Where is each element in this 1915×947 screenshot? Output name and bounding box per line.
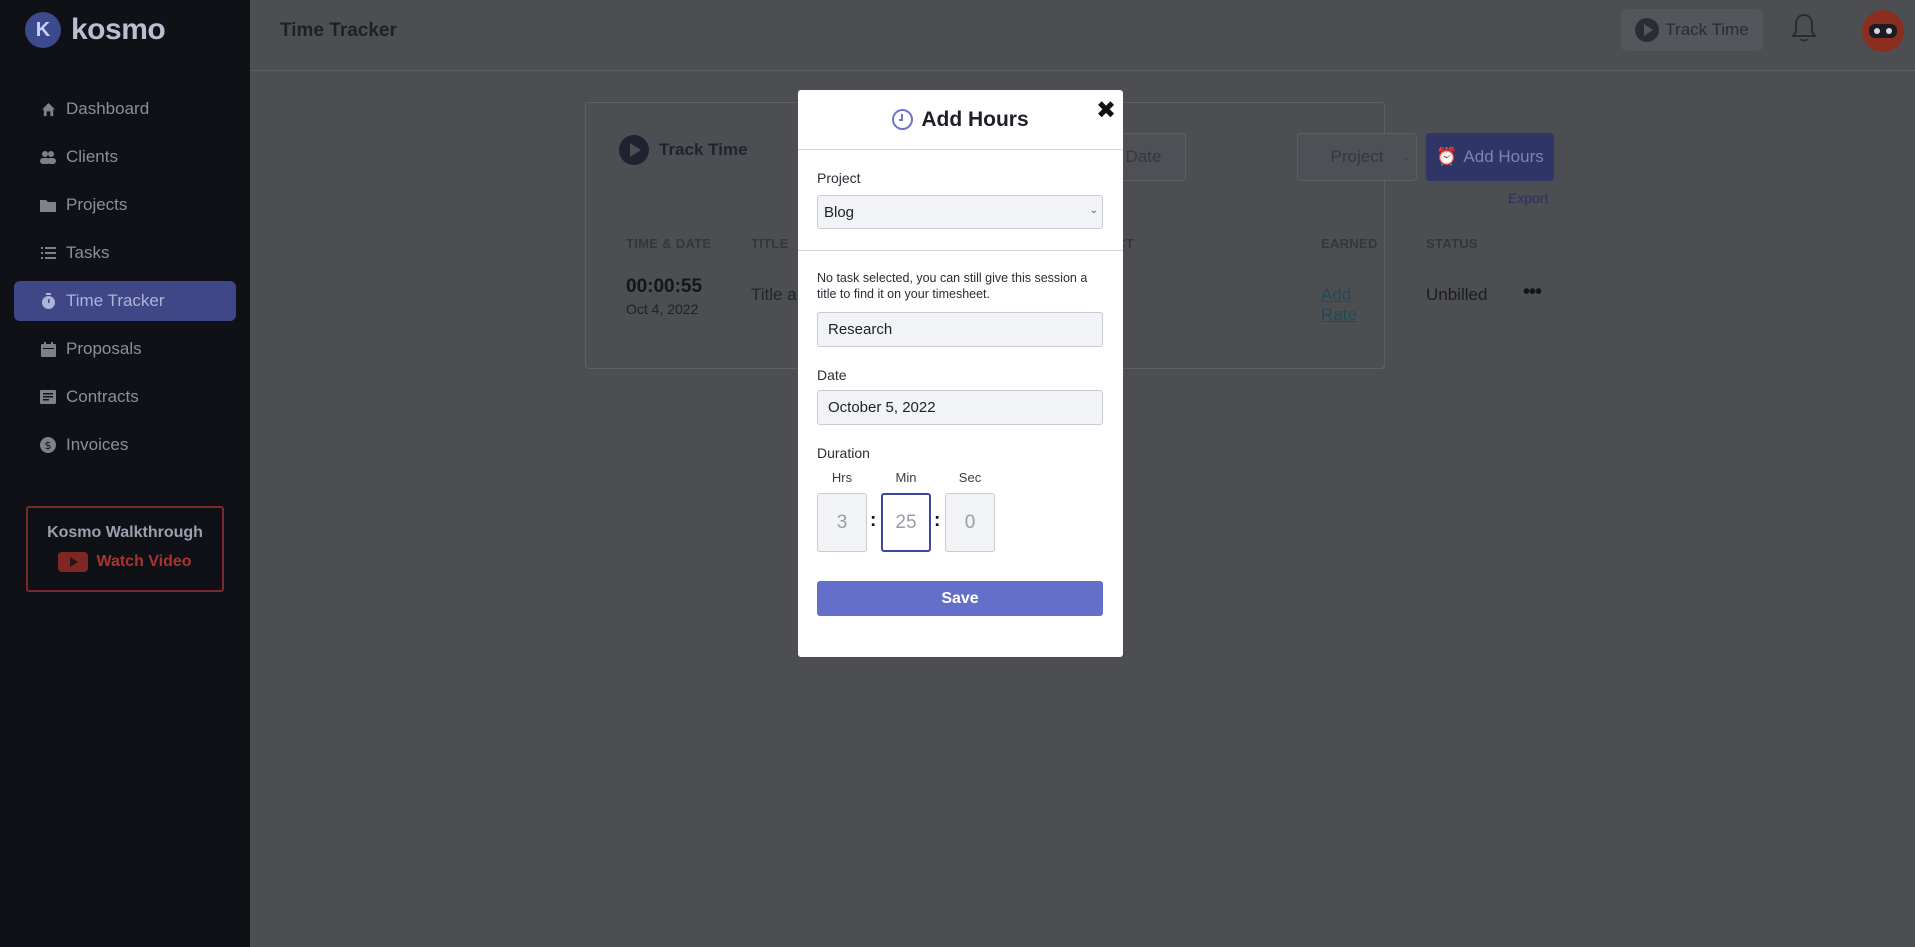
calendar-icon xyxy=(40,341,56,357)
logo[interactable]: K kosmo xyxy=(25,12,166,48)
watch-video-label: Watch Video xyxy=(96,553,192,570)
walkthrough-title: Kosmo Walkthrough xyxy=(47,524,203,541)
sidebar-item-label: Time Tracker xyxy=(66,291,165,310)
project-filter-label: Project xyxy=(1330,147,1384,166)
list-icon xyxy=(40,245,56,261)
walkthrough-card: Kosmo Walkthrough Watch Video xyxy=(26,506,224,592)
sidebar-item-invoices[interactable]: $ Invoices xyxy=(14,425,236,465)
date-input[interactable]: October 5, 2022 xyxy=(817,390,1103,425)
avatar-eye xyxy=(1886,28,1892,34)
add-rate-link[interactable]: Add Rate xyxy=(1321,285,1384,325)
sidebar-nav: Dashboard Clients Projects Tasks Time Tr… xyxy=(14,89,236,473)
play-icon xyxy=(619,135,649,165)
sidebar-item-label: Dashboard xyxy=(66,99,150,118)
minutes-label: Min xyxy=(895,470,917,485)
add-hours-label: Add Hours xyxy=(1463,147,1544,166)
track-time-label: Track Time xyxy=(659,140,748,159)
hours-label: Hrs xyxy=(831,470,853,485)
minutes-input[interactable]: 25 xyxy=(881,493,931,552)
save-button[interactable]: Save xyxy=(817,581,1103,616)
svg-text:$: $ xyxy=(45,439,52,452)
entry-date: Oct 4, 2022 xyxy=(626,301,699,317)
document-icon xyxy=(40,389,56,405)
chevron-down-icon: ⌄ xyxy=(1401,151,1410,163)
page-title: Time Tracker xyxy=(280,20,397,41)
sidebar-item-dashboard[interactable]: Dashboard xyxy=(14,89,236,129)
more-options-icon[interactable]: ••• xyxy=(1523,281,1542,304)
project-select[interactable]: Blog ⌄ xyxy=(817,195,1103,229)
modal-divider xyxy=(798,250,1123,251)
sidebar-item-proposals[interactable]: Proposals xyxy=(14,329,236,369)
column-header-title[interactable]: TITLE xyxy=(751,236,789,251)
modal-title: Add Hours xyxy=(921,107,1029,131)
sidebar-item-projects[interactable]: Projects xyxy=(14,185,236,225)
seconds-input[interactable]: 0 xyxy=(945,493,995,552)
chevron-down-icon: ⌄ xyxy=(1089,205,1098,216)
close-icon[interactable]: ✖ xyxy=(1096,96,1116,125)
sidebar-item-clients[interactable]: Clients xyxy=(14,137,236,177)
sidebar-item-label: Proposals xyxy=(66,339,142,358)
watch-video-button[interactable]: Watch Video xyxy=(28,552,222,572)
users-icon xyxy=(40,149,56,165)
project-select-value: Blog xyxy=(824,203,855,221)
play-icon xyxy=(1635,18,1660,42)
project-label: Project xyxy=(817,170,861,186)
home-icon xyxy=(40,101,56,117)
no-task-hint: No task selected, you can still give thi… xyxy=(817,271,1088,301)
entry-title[interactable]: Title a xyxy=(751,285,797,305)
sidebar-item-time-tracker[interactable]: Time Tracker xyxy=(14,281,236,321)
avatar-eye xyxy=(1874,28,1880,34)
modal-header: Add Hours xyxy=(798,90,1123,150)
duration-separator: : xyxy=(934,510,941,531)
seconds-label: Sec xyxy=(958,470,982,485)
add-hours-modal: Add Hours ✖ Project Blog ⌄ No task selec… xyxy=(798,90,1123,657)
track-time-label: Track Time xyxy=(1665,20,1749,39)
dollar-icon: $ xyxy=(40,437,56,453)
sidebar-item-contracts[interactable]: Contracts xyxy=(14,377,236,417)
sidebar-item-label: Clients xyxy=(66,147,118,166)
alarm-clock-icon: ⏰ xyxy=(1436,147,1458,166)
clock-icon xyxy=(892,109,914,130)
sidebar-item-tasks[interactable]: Tasks xyxy=(14,233,236,273)
avatar[interactable] xyxy=(1862,10,1904,52)
kosmo-logo-icon: K xyxy=(25,12,61,48)
bell-icon[interactable] xyxy=(1790,13,1820,45)
project-filter[interactable]: Project ⌄ xyxy=(1297,133,1417,181)
add-hours-button[interactable]: ⏰ Add Hours xyxy=(1426,133,1554,181)
column-header-time-date[interactable]: TIME & DATE xyxy=(626,236,711,251)
sidebar-item-label: Projects xyxy=(66,195,128,214)
status-badge: Unbilled xyxy=(1426,285,1488,304)
logo-text: kosmo xyxy=(71,13,166,46)
sidebar-item-label: Contracts xyxy=(66,387,139,406)
duration-label: Duration xyxy=(817,445,870,461)
sidebar-item-label: Invoices xyxy=(66,435,129,454)
header-track-time-button[interactable]: Track Time xyxy=(1621,9,1763,51)
youtube-icon xyxy=(58,552,89,572)
hours-input[interactable]: 3 xyxy=(817,493,867,552)
top-header: Time Tracker Track Time xyxy=(250,0,1915,71)
column-header-status[interactable]: STATUS xyxy=(1426,236,1478,251)
date-label: Date xyxy=(817,367,847,383)
column-header-earned[interactable]: EARNED xyxy=(1321,236,1378,251)
card-track-time-button[interactable]: Track Time xyxy=(619,135,748,165)
session-title-input[interactable]: Research xyxy=(817,312,1103,347)
duration-separator: : xyxy=(870,510,877,531)
entry-time: 00:00:55 xyxy=(626,276,703,297)
stopwatch-icon xyxy=(40,293,56,309)
sidebar-item-label: Tasks xyxy=(66,243,110,262)
folder-icon xyxy=(40,197,56,213)
sidebar: K kosmo Dashboard Clients Projects Tasks… xyxy=(0,0,250,947)
export-link[interactable]: Export xyxy=(1508,190,1548,206)
